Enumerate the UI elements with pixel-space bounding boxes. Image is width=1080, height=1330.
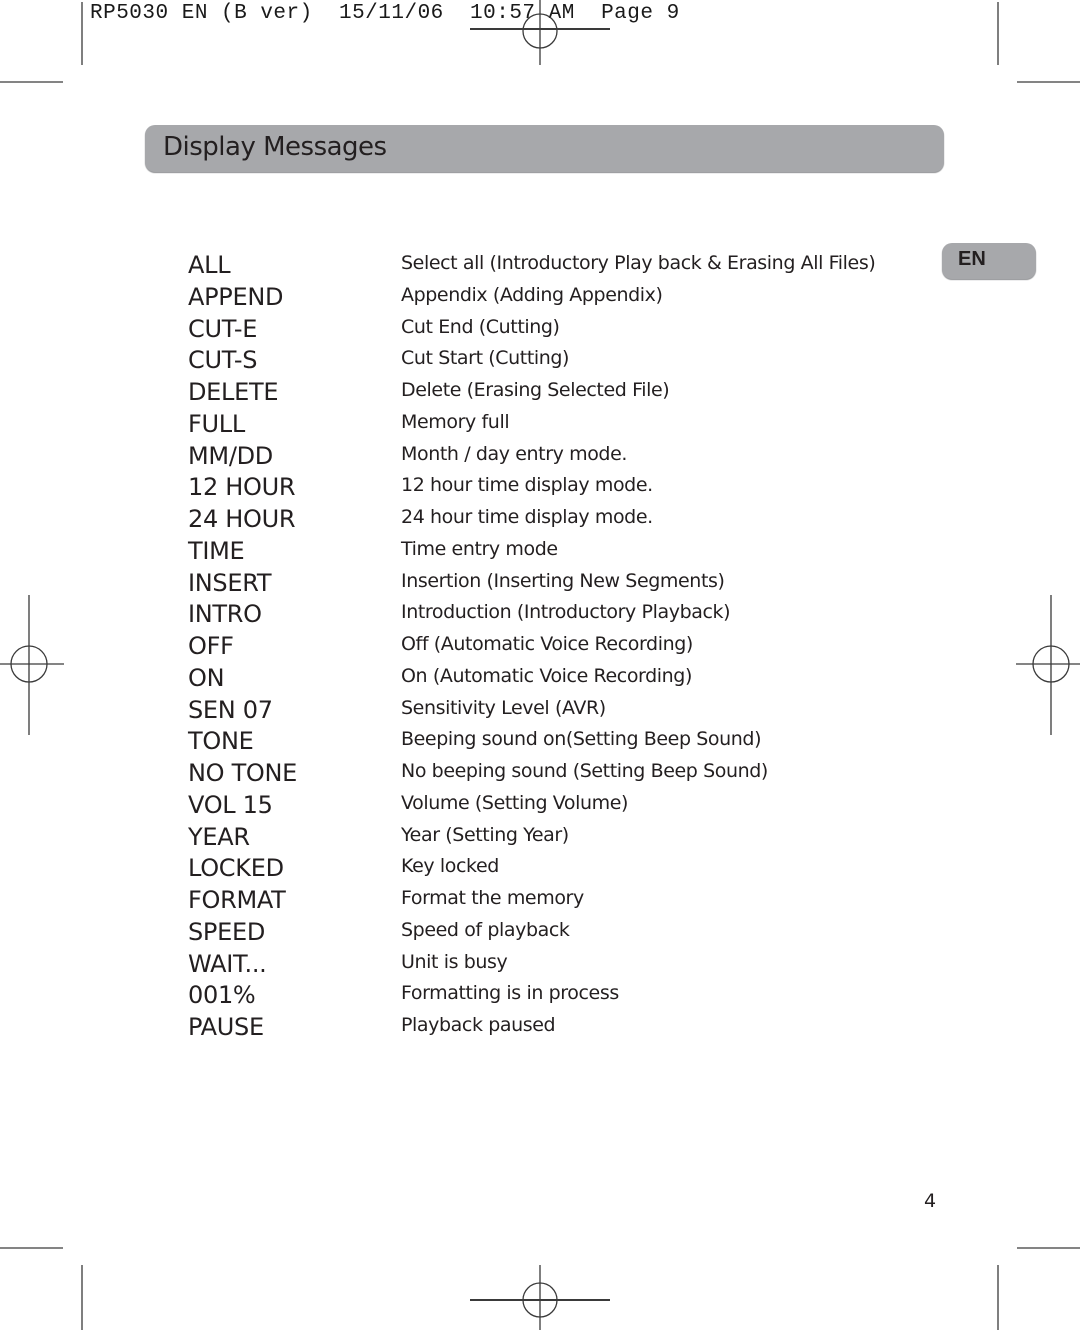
message-code: TONE — [188, 727, 254, 756]
message-description: Month / day entry mode. — [401, 442, 628, 465]
message-code: PAUSE — [188, 1013, 264, 1041]
message-code: 24 HOUR — [188, 505, 296, 533]
message-code: MM/DD — [188, 441, 273, 470]
message-code: ALL — [188, 251, 231, 279]
message-description: Off (Automatic Voice Recording) — [401, 633, 693, 655]
message-description: Key locked — [401, 855, 499, 878]
message-code: SPEED — [188, 917, 266, 946]
print-job-name: RP5030 EN (B ver) — [90, 2, 313, 25]
print-time: 10:57 AM — [470, 2, 575, 25]
message-code: OFF — [188, 632, 234, 660]
message-code: FULL — [188, 409, 245, 438]
message-description: Format the memory — [401, 887, 584, 909]
message-code: CUT-S — [188, 346, 258, 375]
section-header-bar: Display Messages — [145, 125, 944, 172]
message-code: SEN 07 — [188, 695, 273, 724]
message-description: Playback paused — [401, 1014, 556, 1036]
message-code: DELETE — [188, 378, 279, 406]
message-description: Time entry mode — [401, 537, 558, 560]
registration-mark-right — [1016, 595, 1080, 735]
message-description: Delete (Erasing Selected File) — [401, 379, 670, 401]
message-code: TIME — [188, 536, 245, 565]
message-code: INSERT — [188, 568, 272, 597]
print-date: 15/11/06 — [338, 2, 444, 25]
message-code: LOCKED — [188, 854, 284, 883]
message-description: Appendix (Adding Appendix) — [401, 283, 663, 306]
message-code: YEAR — [188, 822, 250, 851]
registration-mark-left — [0, 595, 64, 735]
page-number: 4 — [924, 1190, 937, 1212]
message-description: Insertion (Inserting New Segments) — [401, 569, 725, 592]
message-description: Beeping sound on(Setting Beep Sound) — [401, 728, 762, 751]
message-description: Volume (Setting Volume) — [401, 791, 629, 814]
message-code: FORMAT — [188, 886, 286, 914]
message-code: VOL 15 — [188, 790, 273, 819]
print-slug-header: RP5030 EN (B ver) 15/11/06 10:57 AM Page… — [90, 2, 680, 25]
message-description: 24 hour time display mode. — [401, 506, 653, 528]
message-code: APPEND — [188, 282, 284, 311]
message-description: Sensitivity Level (AVR) — [401, 696, 606, 719]
message-code: ON — [188, 663, 225, 692]
message-code: INTRO — [188, 600, 262, 629]
message-code: 12 HOUR — [188, 473, 296, 502]
message-description: Unit is busy — [401, 950, 508, 973]
message-description: Memory full — [401, 410, 510, 433]
message-description: No beeping sound (Setting Beep Sound) — [401, 760, 768, 782]
message-description: Formatting is in process — [401, 982, 619, 1005]
message-description: Cut End (Cutting) — [401, 315, 560, 338]
message-description: On (Automatic Voice Recording) — [401, 664, 692, 687]
message-code: CUT-E — [188, 314, 258, 343]
message-description: Select all (Introductory Play back & Era… — [401, 252, 876, 274]
message-code: 001% — [188, 981, 256, 1010]
language-tab: EN — [942, 243, 1036, 279]
message-description: 12 hour time display mode. — [401, 474, 653, 497]
message-description: Cut Start (Cutting) — [401, 347, 570, 370]
message-description: Speed of playback — [401, 918, 570, 941]
section-title: Display Messages — [163, 132, 387, 162]
message-code: WAIT... — [188, 949, 267, 978]
message-description: Year (Setting Year) — [401, 823, 569, 846]
registration-mark-bottom — [470, 1265, 610, 1330]
language-tab-label: EN — [958, 248, 986, 270]
message-description: Introduction (Introductory Playback) — [401, 601, 731, 624]
print-page: Page 9 — [601, 2, 680, 25]
message-code: NO TONE — [188, 759, 298, 787]
